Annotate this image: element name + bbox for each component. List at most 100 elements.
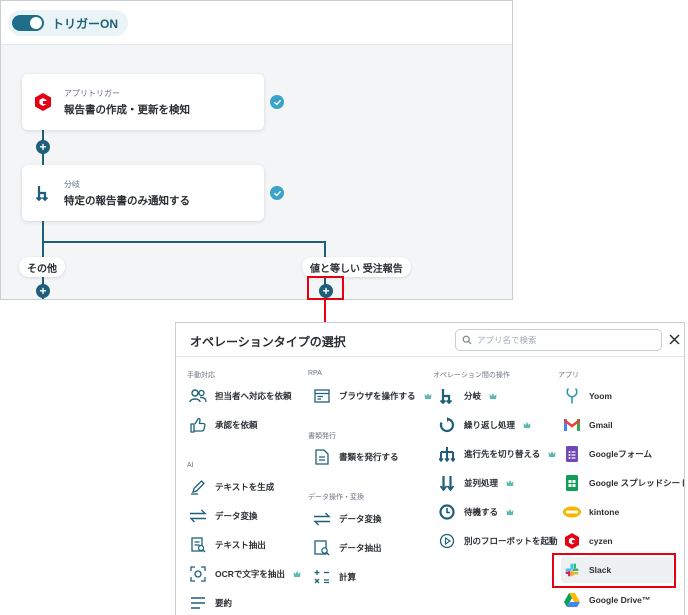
- operation-label: 繰り返し処理: [464, 420, 516, 430]
- operation-item[interactable]: テキストを生成: [187, 474, 274, 500]
- premium-crown-icon: [523, 422, 531, 428]
- section-heading-rpa: RPA: [308, 370, 322, 377]
- search-input[interactable]: [477, 335, 647, 345]
- operation-item[interactable]: 担当者へ対応を依頼: [187, 383, 292, 409]
- gmail-logo-icon: [563, 416, 581, 434]
- flow-toolbar: トリガーON: [1, 1, 512, 45]
- app-item[interactable]: Gmail: [561, 412, 613, 438]
- google-sheets-logo-icon: [563, 474, 581, 492]
- search-icon: [462, 335, 472, 345]
- operation-label: テキスト抽出: [215, 540, 266, 550]
- operation-label: 書類を発行する: [339, 452, 399, 462]
- convert-icon: [189, 507, 207, 525]
- operation-item[interactable]: OCRで文字を抽出: [187, 561, 301, 587]
- yoom-logo-icon: [563, 387, 581, 405]
- add-step-plus-icon[interactable]: +: [36, 284, 50, 298]
- operation-item[interactable]: 待機する: [436, 499, 514, 525]
- app-item[interactable]: Google スプレッドシート: [561, 470, 685, 496]
- app-item[interactable]: cyzen: [561, 528, 613, 554]
- operation-item[interactable]: テキスト抽出: [187, 532, 266, 558]
- add-step-plus-icon[interactable]: +: [36, 140, 50, 154]
- operation-label: 計算: [339, 572, 357, 582]
- operation-item[interactable]: 分岐: [436, 383, 497, 409]
- operation-item[interactable]: 並列処理: [436, 470, 514, 496]
- branch-card[interactable]: 分岐 特定の報告書のみ通知する: [22, 165, 264, 221]
- check-icon: [270, 186, 284, 200]
- check-icon: [270, 95, 284, 109]
- card-type-label: アプリトリガー: [64, 88, 120, 98]
- operation-label: OCRで文字を抽出: [215, 569, 285, 579]
- callout-highlight-box: [552, 553, 676, 588]
- operation-item[interactable]: データ抽出: [311, 535, 382, 561]
- people-icon: [189, 387, 207, 405]
- branch-label-other[interactable]: その他: [19, 257, 65, 277]
- operation-label: データ変換: [215, 511, 258, 521]
- trigger-toggle-label: トリガーON: [52, 16, 119, 31]
- premium-crown-icon: [548, 451, 556, 457]
- premium-crown-icon: [489, 393, 497, 399]
- section-heading-data-ops: データ操作・変換: [308, 494, 364, 501]
- operation-item[interactable]: 要約: [187, 590, 232, 615]
- app-item[interactable]: Yoom: [561, 383, 612, 409]
- app-item[interactable]: kintone: [561, 499, 619, 525]
- thumbs-up-icon: [189, 416, 207, 434]
- operation-label: 承認を依頼: [215, 420, 258, 430]
- app-search-field[interactable]: [455, 329, 662, 351]
- operation-item[interactable]: ブラウザを操作する: [311, 383, 432, 409]
- play-icon: [438, 532, 456, 550]
- operation-item[interactable]: 繰り返し処理: [436, 412, 531, 438]
- operation-item[interactable]: 書類を発行する: [311, 444, 399, 470]
- flow-canvas: トリガーON アプリトリガー 報告書の作成・更新を検知 + 分岐 特定の報告書の…: [0, 0, 513, 300]
- document-icon: [313, 448, 331, 466]
- summary-icon: [189, 594, 207, 612]
- loop-icon: [438, 416, 456, 434]
- card-title: 特定の報告書のみ通知する: [64, 194, 190, 207]
- parallel-icon: [438, 474, 456, 492]
- ocr-icon: [189, 565, 207, 583]
- operation-item[interactable]: データ変換: [311, 506, 382, 532]
- divider: [176, 356, 684, 357]
- section-heading-manual: 手動対応: [187, 372, 215, 379]
- app-label: Google Drive™: [589, 595, 651, 605]
- section-heading-apps: アプリ: [558, 372, 579, 379]
- operation-item[interactable]: 進行先を切り替える: [436, 441, 556, 467]
- operation-label: データ抽出: [339, 543, 382, 553]
- app-item[interactable]: Googleフォーム: [561, 441, 652, 467]
- app-label: kintone: [589, 507, 620, 517]
- trigger-toggle[interactable]: トリガーON: [8, 10, 129, 36]
- toggle-switch-icon[interactable]: [12, 15, 44, 31]
- operation-label: 別のフローボットを起動: [464, 536, 558, 546]
- card-title: 報告書の作成・更新を検知: [64, 103, 190, 116]
- switch-icon: [438, 445, 456, 463]
- google-drive-logo-icon: [563, 591, 581, 609]
- branch-label-match[interactable]: 値と等しい 受注報告: [302, 257, 411, 277]
- premium-crown-icon: [424, 393, 432, 399]
- app-label: cyzen: [589, 536, 613, 546]
- operation-label: 担当者へ対応を依頼: [215, 391, 292, 401]
- convert-icon: [313, 510, 331, 528]
- operation-item[interactable]: 計算: [311, 564, 356, 590]
- app-label: Google スプレッドシート: [589, 478, 685, 488]
- section-heading-ai: AI: [187, 462, 194, 469]
- extract-icon: [189, 536, 207, 554]
- operation-label: テキストを生成: [215, 482, 275, 492]
- operation-item[interactable]: 別のフローボットを起動: [436, 528, 558, 554]
- operation-item[interactable]: データ変換: [187, 503, 258, 529]
- card-type-label: 分岐: [64, 179, 80, 189]
- app-item[interactable]: Google Drive™: [561, 587, 650, 613]
- clock-icon: [438, 503, 456, 521]
- app-label: Yoom: [589, 391, 612, 401]
- operation-label: ブラウザを操作する: [339, 391, 416, 401]
- close-button[interactable]: [666, 331, 682, 347]
- operation-label: 進行先を切り替える: [464, 449, 541, 459]
- branch-icon: [438, 387, 456, 405]
- app-label: Gmail: [589, 420, 613, 430]
- premium-crown-icon: [506, 480, 514, 486]
- premium-crown-icon: [506, 509, 514, 515]
- browser-icon: [313, 387, 331, 405]
- app-trigger-card[interactable]: アプリトリガー 報告書の作成・更新を検知: [22, 74, 264, 130]
- data-extract-icon: [313, 539, 331, 557]
- callout-highlight-box: [307, 276, 344, 300]
- section-heading-document: 書類発行: [308, 433, 336, 440]
- operation-item[interactable]: 承認を依頼: [187, 412, 258, 438]
